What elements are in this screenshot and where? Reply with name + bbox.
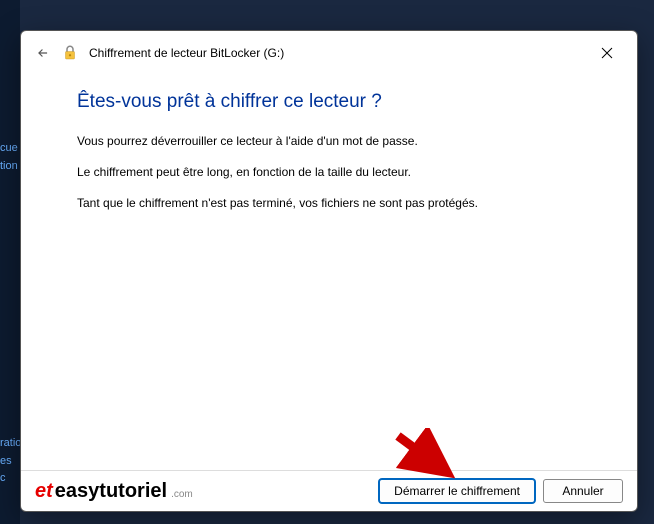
bitlocker-dialog: Chiffrement de lecteur BitLocker (G:) Êt… bbox=[20, 30, 638, 512]
background-window-fragment: cue tion ratio es c bbox=[0, 0, 20, 524]
dialog-heading: Êtes-vous prêt à chiffrer ce lecteur ? bbox=[77, 91, 607, 113]
dialog-content: Êtes-vous prêt à chiffrer ce lecteur ? V… bbox=[21, 71, 637, 470]
dialog-footer: et easytutoriel .com Démarrer le chiffre… bbox=[21, 470, 637, 511]
close-button[interactable] bbox=[591, 41, 623, 65]
info-line-2: Le chiffrement peut être long, en foncti… bbox=[77, 164, 607, 181]
start-encryption-button[interactable]: Démarrer le chiffrement bbox=[379, 479, 535, 503]
bitlocker-lock-icon bbox=[61, 44, 79, 62]
watermark-branding: et easytutoriel .com bbox=[35, 480, 193, 503]
dialog-title: Chiffrement de lecteur BitLocker (G:) bbox=[89, 46, 284, 60]
info-line-3: Tant que le chiffrement n'est pas termin… bbox=[77, 195, 607, 212]
back-arrow-icon[interactable] bbox=[35, 45, 51, 61]
dialog-titlebar: Chiffrement de lecteur BitLocker (G:) bbox=[21, 31, 637, 71]
cancel-button[interactable]: Annuler bbox=[543, 479, 623, 503]
brand-prefix: et bbox=[35, 480, 53, 503]
brand-name: easytutoriel bbox=[55, 480, 167, 503]
info-line-1: Vous pourrez déverrouiller ce lecteur à … bbox=[77, 133, 607, 150]
brand-suffix: .com bbox=[171, 489, 193, 500]
